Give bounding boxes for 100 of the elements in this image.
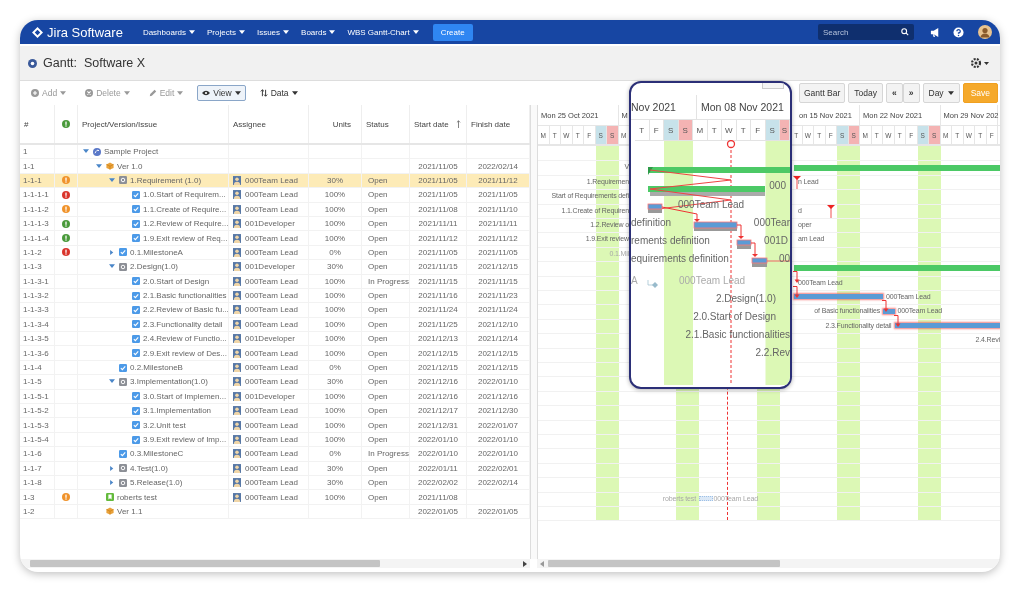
issue-name[interactable]: 2.3.Functionality detail	[143, 319, 223, 329]
issue-name[interactable]: Ver 1.1	[117, 506, 143, 516]
nav-menu[interactable]: Projects	[203, 27, 249, 37]
nav-menu[interactable]: Issues	[252, 27, 294, 37]
table-row[interactable]: 1-1-2 0.1.MilestoneA 000Team Lead 0% Open 2021/11/05 2021/11/05	[20, 245, 530, 261]
column-header[interactable]: Start date	[410, 105, 467, 143]
gantt-bar-button[interactable]: Gantt Bar	[798, 83, 846, 103]
megaphone-icon[interactable]	[930, 26, 941, 38]
issue-name[interactable]: 5.Release(1.0)	[130, 478, 183, 488]
table-row[interactable]: 1-1-5-3 3.2.Unit test 000Team Lead 100% Open 2021/12/31 2022/01/07	[20, 418, 530, 433]
issue-name[interactable]: Sample Project	[104, 147, 159, 157]
table-row[interactable]: 1-1-5-4 3.9.Exit review of Imp... 000Team Lead 100% Open 2022/01/10 2022/01/10	[20, 432, 530, 448]
expanded-caret-icon[interactable]	[108, 379, 115, 385]
issue-name[interactable]: Ver 1.0	[117, 161, 143, 171]
table-row[interactable]: 1-1-6 0.3.MilestoneC 000Team Lead 0% In Progress 2022/01/10 2022/01/10	[20, 447, 530, 462]
issue-name[interactable]: 3.1.Implementation	[143, 406, 212, 416]
collapsed-caret-icon[interactable]	[108, 480, 115, 486]
issue-name[interactable]: 1.9.Exit review of Req...	[143, 233, 228, 243]
help-icon[interactable]	[953, 26, 964, 38]
table-row[interactable]: 1-2 Ver 1.1 2022/01/05 2022/01/05	[20, 504, 530, 520]
table-row[interactable]: 1-1-1-3 1.2.Review of Require... 001Developer 100% Open 2021/11/11 2021/11/11	[20, 216, 530, 232]
scale-dropdown[interactable]: Day	[922, 83, 960, 103]
settings-icon[interactable]	[970, 57, 990, 69]
view-button[interactable]: View	[197, 85, 246, 101]
table-row[interactable]: 1-1-3-5 2.4.Review of Functio... 001Developer 100% Open 2021/12/13 2021/12/14	[20, 332, 530, 347]
table-cell: 1-1-4	[20, 360, 55, 375]
issue-name[interactable]: 3.2.Unit test	[143, 420, 186, 430]
expanded-caret-icon[interactable]	[82, 149, 89, 155]
table-row[interactable]: 1-1-3 2.Design(1.0) 001Developer 30% Open 2021/11/15 2021/12/15	[20, 260, 530, 275]
previous-button[interactable]: «	[886, 83, 903, 103]
lens-handle[interactable]	[762, 83, 784, 89]
column-header[interactable]: Project/Version/Issue	[78, 105, 229, 143]
column-header[interactable]: Finish date	[467, 105, 530, 143]
table-row[interactable]: 1 Sample Project	[20, 145, 530, 160]
issue-name[interactable]: 3.0.Start of Implemen...	[143, 391, 227, 401]
column-header[interactable]: Status	[362, 105, 410, 143]
issue-name[interactable]: 1.Requirement (1.0)	[130, 175, 202, 185]
issue-name[interactable]: 1.1.Create of Require...	[143, 204, 227, 214]
user-avatar-icon[interactable]	[978, 25, 992, 39]
issue-name[interactable]: roberts test	[117, 492, 157, 502]
table-row[interactable]: 1-1 Ver 1.0 2021/11/05 2022/02/14	[20, 159, 530, 174]
column-header[interactable]: Units	[309, 105, 362, 143]
issue-name[interactable]: 2.2.Review of Basic fu...	[143, 305, 229, 315]
data-button[interactable]: Data	[254, 85, 303, 101]
issue-name[interactable]: 0.1.MilestoneA	[130, 247, 183, 257]
expanded-caret-icon[interactable]	[108, 177, 115, 183]
issue-name[interactable]: 4.Test(1.0)	[130, 463, 168, 473]
issue-name[interactable]: 2.9.Exit review of Des...	[143, 348, 228, 358]
table-cell: 1-1-3-4	[20, 317, 55, 332]
table-row[interactable]: 1-1-4 0.2.MilestoneB 000Team Lead 0% Open 2021/12/15 2021/12/15	[20, 360, 530, 376]
table-row[interactable]: 1-1-1-4 1.9.Exit review of Req... 000Team Lead 100% Open 2021/11/12 2021/11/12	[20, 231, 530, 246]
scroll-left-icon[interactable]	[540, 560, 544, 567]
table-cell: 1-1-5-4	[20, 432, 55, 447]
table-row[interactable]: 1-1-3-4 2.3.Functionality detail 000Team Lead 100% Open 2021/11/25 2021/12/10	[20, 317, 530, 333]
issue-name[interactable]: 0.2.MilestoneB	[130, 363, 183, 373]
create-button[interactable]: Create	[432, 23, 473, 41]
collapsed-caret-icon[interactable]	[108, 249, 115, 255]
today-button[interactable]: Today	[848, 83, 884, 103]
gantt-bar[interactable]	[883, 308, 895, 314]
issue-name[interactable]: 1.0.Start of Requirem...	[143, 190, 226, 200]
table-row[interactable]: 1-1-7 4.Test(1.0) 000Team Lead 30% Open 2022/01/11 2022/02/01	[20, 461, 530, 476]
collapsed-caret-icon[interactable]	[108, 465, 115, 471]
issue-name[interactable]: 2.Design(1.0)	[130, 262, 179, 272]
table-row[interactable]: 1-1-3-6 2.9.Exit review of Des... 000Team Lead 100% Open 2021/12/15 2021/12/15	[20, 346, 530, 361]
table-row[interactable]: 1-1-3-2 2.1.Basic functionalities 000Team Lead 100% Open 2021/11/16 2021/11/23	[20, 288, 530, 304]
gantt-bar[interactable]	[699, 495, 713, 501]
product-logo-text[interactable]: Jira Software	[47, 24, 123, 40]
table-cell: Open	[368, 377, 388, 387]
table-row[interactable]: 1-1-1-2 1.1.Create of Require... 000Team Lead 100% Open 2021/11/08 2021/11/10	[20, 202, 530, 217]
issue-name[interactable]: 2.0.Start of Design	[143, 276, 210, 286]
issue-name[interactable]: 2.1.Basic functionalities	[143, 291, 227, 301]
table-row[interactable]: 1-3 roberts test 000Team Lead 100% Open 2021/11/08	[20, 490, 530, 505]
table-row[interactable]: 1-1-1-1 1.0.Start of Requirem... 000Team Lead 100% Open 2021/11/05 2021/11/05	[20, 188, 530, 203]
issue-name[interactable]: 1.2.Review of Require...	[143, 219, 229, 229]
pencil-icon	[148, 89, 157, 97]
search-field[interactable]: Search	[818, 24, 914, 40]
table-row[interactable]: 1-1-3-3 2.2.Review of Basic fu... 000Team Lead 100% Open 2021/11/24 2021/11/24	[20, 303, 530, 318]
issue-name[interactable]: 2.4.Review of Functio...	[143, 334, 227, 344]
scrollbar-thumb[interactable]	[548, 560, 780, 567]
table-row[interactable]: 1-1-3-1 2.0.Start of Design 000Team Lead 100% In Progress 2021/11/15 2021/11/15	[20, 274, 530, 289]
next-button[interactable]: »	[902, 83, 920, 103]
nav-menu[interactable]: WBS Gantt-Chart	[343, 27, 423, 37]
issue-name[interactable]: 0.3.MilestoneC	[130, 449, 184, 459]
table-row[interactable]: 1-1-5-2 3.1.Implementation 000Team Lead 100% Open 2021/12/17 2021/12/30	[20, 404, 530, 419]
nav-menu[interactable]: Dashboards	[138, 27, 199, 37]
table-row[interactable]: 1-1-5-1 3.0.Start of Implemen... 001Developer 100% Open 2021/12/16 2021/12/16	[20, 389, 530, 405]
expanded-caret-icon[interactable]	[108, 264, 115, 270]
issue-name[interactable]: 3.9.Exit review of Imp...	[143, 435, 227, 444]
issue-name[interactable]: 3.Implementation(1.0)	[130, 377, 208, 387]
magnifier-lens[interactable]	[629, 81, 792, 389]
scroll-right-icon[interactable]	[523, 560, 527, 567]
nav-menu[interactable]: Boards	[297, 27, 340, 37]
table-row[interactable]: 1-1-8 5.Release(1.0) 000Team Lead 30% Open 2022/02/02 2022/02/14	[20, 476, 530, 491]
table-row[interactable]: 1-1-5 3.Implementation(1.0) 000Team Lead 30% Open 2021/12/16 2022/01/10	[20, 375, 530, 390]
expanded-caret-icon[interactable]	[95, 163, 102, 169]
magnified-label: equirements definition	[631, 252, 729, 266]
column-header[interactable]: Assignee	[229, 105, 309, 143]
gantt-bar[interactable]	[794, 294, 883, 300]
scrollbar-thumb[interactable]	[30, 560, 380, 567]
column-header[interactable]: #	[20, 105, 55, 143]
